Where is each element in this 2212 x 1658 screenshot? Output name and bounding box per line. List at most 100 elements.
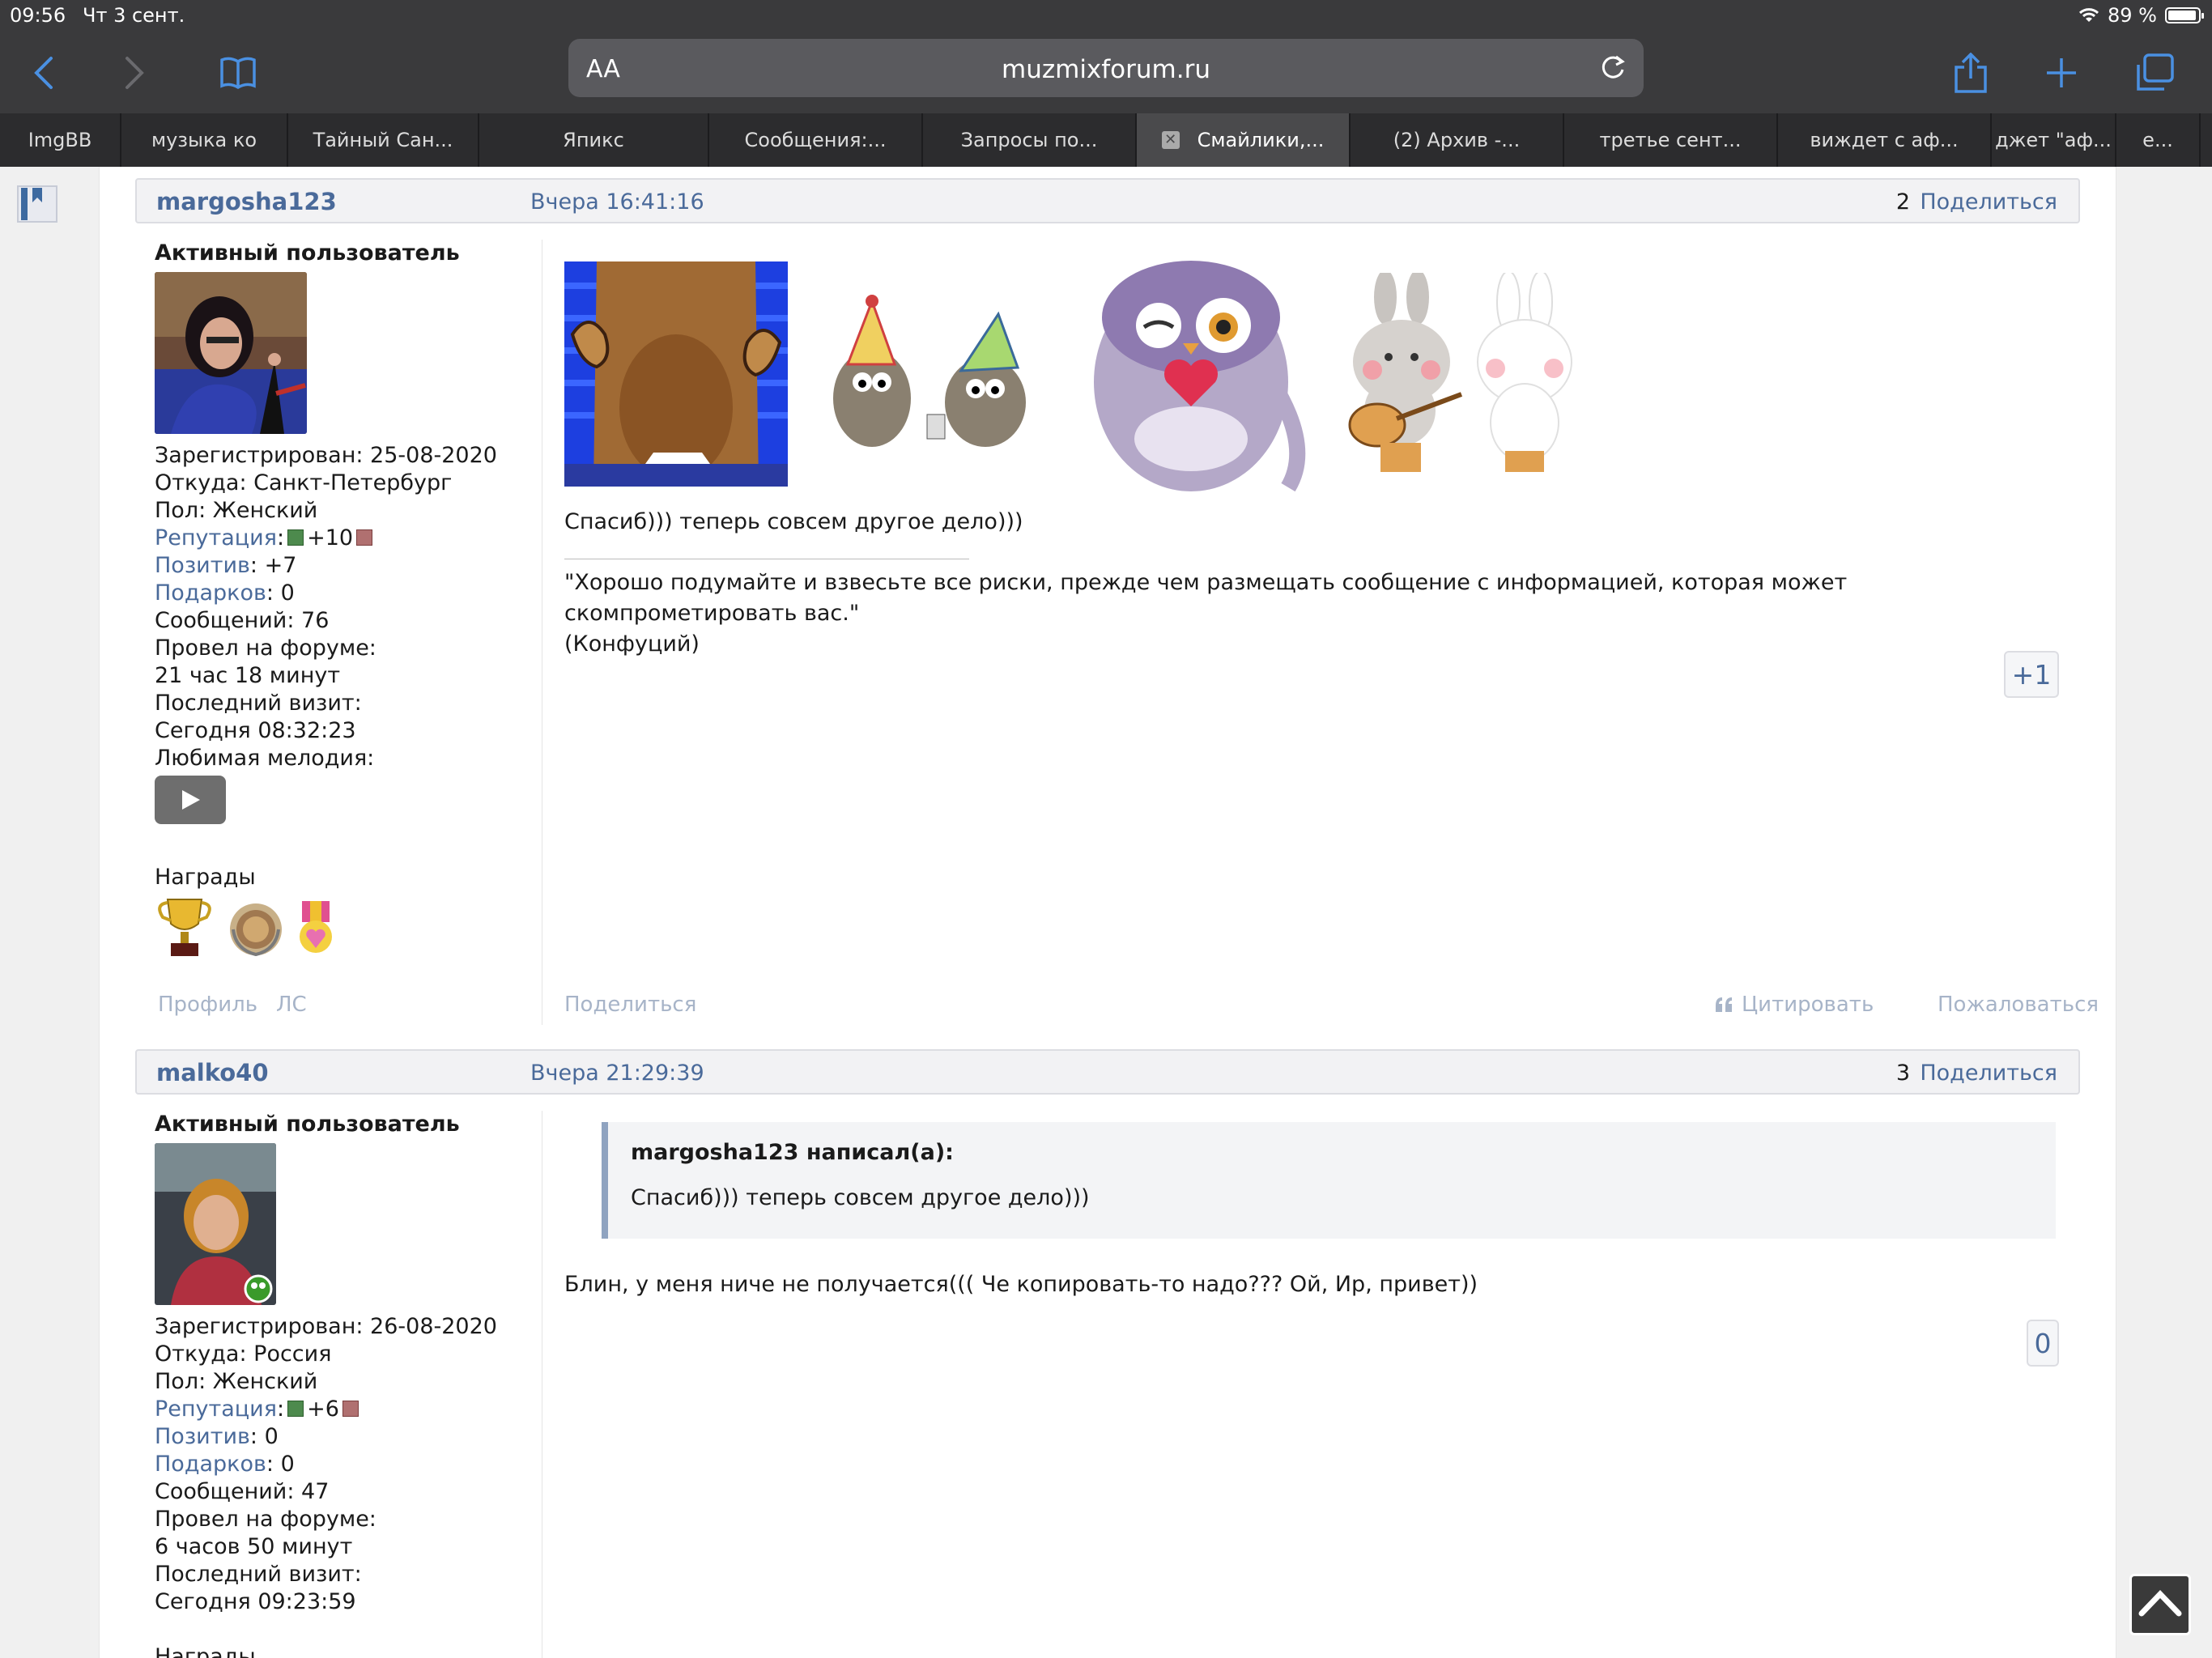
user-info: Активный пользователь Зарегистрирован: 2… (155, 240, 519, 959)
forum-post: margosha123 Вчера 16:41:16 2 Поделиться … (135, 178, 2099, 1036)
tab-label: Сообщения:... (744, 129, 887, 151)
tab-messages[interactable]: Сообщения:... (709, 113, 923, 167)
last-visit-label: Последний визит: (155, 691, 362, 716)
last-visit: Сегодня 08:32:23 (155, 718, 356, 743)
plus-icon (2047, 58, 2076, 87)
scroll-to-top-button[interactable] (2129, 1574, 2191, 1635)
status-bar: 09:56 Чт 3 сент. 89 % (0, 0, 2212, 32)
tab-imgbb[interactable]: ImgBB (0, 113, 121, 167)
tab-label: Япикс (563, 129, 624, 151)
post-header: margosha123 Вчера 16:41:16 2 Поделиться (135, 178, 2080, 223)
tab-third-sept[interactable]: третье сент... (1564, 113, 1778, 167)
back-button[interactable] (18, 47, 70, 99)
gifts-link[interactable]: Подарков (155, 1452, 266, 1477)
vote-button[interactable]: 0 (2027, 1320, 2059, 1367)
heart-medal-icon[interactable] (297, 899, 334, 959)
share-link[interactable]: Поделиться (1920, 1061, 2057, 1086)
tab-archive[interactable]: (2) Архив -... (1351, 113, 1564, 167)
reload-icon[interactable] (1597, 52, 1629, 84)
post-time[interactable]: Вчера 16:41:16 (530, 189, 704, 215)
tab-yapix[interactable]: Япикс (479, 113, 709, 167)
share-link[interactable]: Поделиться (1920, 189, 2057, 215)
tab-more[interactable]: е... (2116, 113, 2201, 167)
last-visit-label: Последний визит: (155, 1562, 362, 1587)
post-text: Блин, у меня ниче не получается((( Че ко… (564, 1272, 1478, 1297)
bunnies-sticker[interactable] (1340, 273, 1575, 475)
tab-label: музыка ко (151, 129, 257, 151)
avatar[interactable] (155, 1143, 276, 1305)
quote-button[interactable]: Цитировать (1714, 993, 1874, 1017)
tab-bar: ImgBB музыка ко Тайный Сан... Япикс Сооб… (0, 113, 2212, 167)
messages-count: Сообщений: 47 (155, 1479, 330, 1504)
post-time[interactable]: Вчера 21:29:39 (530, 1061, 704, 1086)
bookmark-icon[interactable] (15, 181, 60, 227)
gifts-value: : 0 (266, 580, 295, 606)
pm-link[interactable]: ЛС (276, 993, 307, 1017)
forum-content: margosha123 Вчера 16:41:16 2 Поделиться … (99, 167, 2116, 1658)
tab-requests[interactable]: Запросы по... (923, 113, 1137, 167)
status-date: Чт 3 сент. (83, 4, 185, 27)
signature-author: (Конфуций) (564, 631, 700, 657)
gifts-value: : 0 (266, 1452, 295, 1477)
url-text[interactable]: muzmixforum.ru (568, 55, 1644, 84)
status-right: 89 % (2078, 4, 2204, 27)
awards-label: Награды (155, 1644, 256, 1658)
user-location: Откуда: Санкт-Петербург (155, 470, 453, 495)
reputation-minus-icon[interactable] (356, 529, 373, 546)
gifts-row: Подарков: 0 (155, 1451, 519, 1478)
battery-percent: 89 % (2108, 4, 2157, 27)
new-tab-button[interactable] (2035, 47, 2087, 99)
post-author[interactable]: margosha123 (156, 188, 337, 215)
reputation-plus-icon[interactable] (287, 1401, 304, 1417)
trophy-icon[interactable] (155, 895, 215, 959)
reputation-link[interactable]: Репутация (155, 1397, 277, 1422)
positive-link[interactable]: Позитив (155, 553, 250, 578)
sticker-image[interactable] (564, 261, 788, 487)
laurel-medal-icon[interactable] (226, 899, 286, 959)
time-on-forum: 21 час 18 минут (155, 663, 341, 688)
user-location: Откуда: Россия (155, 1341, 332, 1367)
gifts-link[interactable]: Подарков (155, 580, 266, 606)
tab-label: джет "аф... (1995, 129, 2112, 151)
tab-smileys[interactable]: ✕ Смайлики,... (1137, 113, 1351, 167)
quote-text: Спасиб))) теперь совсем другое дело))) (631, 1185, 1090, 1210)
address-bar[interactable]: AA muzmixforum.ru (568, 39, 1644, 97)
registered: Зарегистрирован: 26-08-2020 (155, 1314, 497, 1339)
chevron-up-icon (2138, 1589, 2182, 1617)
profile-link[interactable]: Профиль (158, 993, 257, 1017)
battery-icon (2165, 7, 2204, 23)
footer-share-link[interactable]: Поделиться (564, 993, 696, 1017)
post-number: 3 (1895, 1061, 1910, 1086)
vote-button[interactable]: +1 (2004, 651, 2059, 698)
post-author[interactable]: malko40 (156, 1059, 269, 1086)
bookmarks-button[interactable] (212, 47, 264, 99)
share-button[interactable] (1945, 47, 1997, 99)
tab-widget-2[interactable]: джет "аф... (1992, 113, 2116, 167)
tab-label: Запросы по... (960, 129, 1098, 151)
time-on-forum: 6 часов 50 минут (155, 1534, 353, 1559)
play-button[interactable] (155, 776, 226, 824)
tabs-overview-button[interactable] (2129, 47, 2181, 99)
reputation-minus-icon[interactable] (342, 1401, 359, 1417)
page: margosha123 Вчера 16:41:16 2 Поделиться … (0, 167, 2212, 1658)
reputation-value: +6 (307, 1397, 339, 1422)
tab-label: третье сент... (1599, 129, 1742, 151)
positive-link[interactable]: Позитив (155, 1424, 250, 1449)
avatar[interactable] (155, 272, 307, 434)
tab-music[interactable]: музыка ко (121, 113, 288, 167)
reputation-link[interactable]: Репутация (155, 525, 277, 551)
positive-row: Позитив: 0 (155, 1423, 519, 1451)
tab-secret-santa[interactable]: Тайный Сан... (288, 113, 479, 167)
forum-post: malko40 Вчера 21:29:39 3 Поделиться Акти… (135, 1049, 2080, 1658)
report-link[interactable]: Пожаловаться (1938, 993, 2099, 1017)
positive-value: : +7 (249, 553, 297, 578)
time-on-forum-label: Провел на форуме: (155, 636, 376, 661)
tab-widget[interactable]: виждет с аф... (1778, 113, 1992, 167)
reputation-plus-icon[interactable] (287, 529, 304, 546)
forward-button[interactable] (108, 47, 160, 99)
reputation-row: Репутация: +10 (155, 525, 519, 552)
close-tab-icon[interactable]: ✕ (1161, 131, 1180, 149)
tab-label: Тайный Сан... (313, 129, 453, 151)
owl-sticker[interactable] (1070, 253, 1312, 495)
party-birds-sticker[interactable] (815, 293, 1042, 455)
